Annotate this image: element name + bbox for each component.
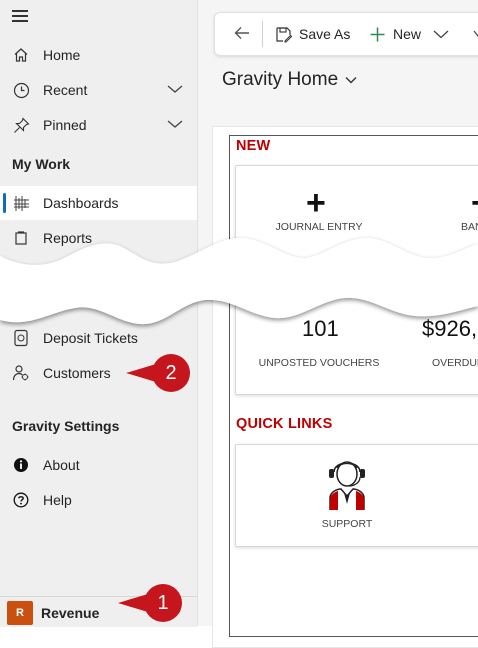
plus-icon: + [471, 186, 478, 220]
sidebar-item-label: Help [43, 492, 72, 508]
area-avatar: R [7, 601, 33, 625]
chevron-down-icon[interactable] [473, 29, 478, 39]
customers-icon [12, 364, 30, 382]
chevron-down-icon [345, 77, 357, 84]
plus-icon: + [306, 184, 326, 222]
sidebar-item-home[interactable]: Home [0, 38, 197, 72]
support-link[interactable]: SUPPORT [236, 445, 458, 546]
sidebar-item-label: Home [43, 47, 81, 63]
sidebar-item-label: About [43, 457, 80, 473]
pin-icon [12, 116, 30, 134]
toolbar-divider [262, 21, 263, 47]
sidebar-item-label: Customers [43, 365, 111, 381]
sidebar-item-label: Pinned [43, 117, 87, 133]
page-title-text: Gravity Home [222, 69, 339, 90]
sidebar-item-label: Dashboards [43, 195, 119, 211]
chevron-down-icon[interactable] [166, 83, 184, 95]
home-icon [12, 46, 30, 64]
sidebar-item-recent[interactable]: Recent [0, 73, 197, 107]
back-arrow-icon[interactable] [233, 25, 251, 41]
command-bar: Save As New [214, 12, 478, 56]
new-button[interactable]: New [369, 13, 449, 55]
hamburger-menu-icon[interactable] [12, 10, 28, 22]
save-as-button[interactable]: Save As [275, 13, 350, 55]
sidebar-item-about[interactable]: About [0, 448, 197, 482]
sidebar-item-label: Recent [43, 82, 88, 98]
help-icon [12, 491, 30, 509]
sidebar-item-pinned[interactable]: Pinned [0, 108, 197, 142]
chevron-down-icon[interactable] [166, 118, 184, 130]
gravity-settings-header: Gravity Settings [12, 418, 120, 434]
torn-edge-graphic [0, 237, 478, 325]
callout-number: 1 [144, 584, 182, 622]
support-agent-icon [329, 461, 365, 510]
sidebar-item-help[interactable]: Help [0, 483, 197, 517]
new-section-title: NEW [236, 138, 271, 154]
save-as-icon [276, 26, 292, 42]
chevron-down-icon[interactable] [433, 29, 449, 39]
sidebar-item-label: Deposit Tickets [43, 330, 138, 346]
kpi-label: UNPOSTED VOUCHERS [258, 357, 380, 369]
dashboard-icon [12, 194, 30, 212]
quick-link-label: SUPPORT [321, 518, 373, 530]
callout-1: 1 [118, 584, 182, 622]
my-work-header: My Work [12, 156, 71, 172]
area-label: Revenue [41, 605, 100, 621]
sidebar-item-dashboards[interactable]: Dashboards [0, 186, 197, 220]
quick-links-title: QUICK LINKS [236, 416, 333, 432]
new-label: New [393, 26, 422, 42]
callout-2: 2 [126, 354, 190, 392]
plus-icon [370, 27, 385, 41]
kpi-label: OVERDUE [432, 357, 478, 369]
save-as-label: Save As [299, 26, 351, 42]
clock-icon [12, 81, 30, 99]
page-title[interactable]: Gravity Home [222, 69, 357, 91]
info-icon [12, 456, 30, 474]
quick-links-card: SUPPORT [235, 444, 478, 547]
callout-number: 2 [152, 354, 190, 392]
